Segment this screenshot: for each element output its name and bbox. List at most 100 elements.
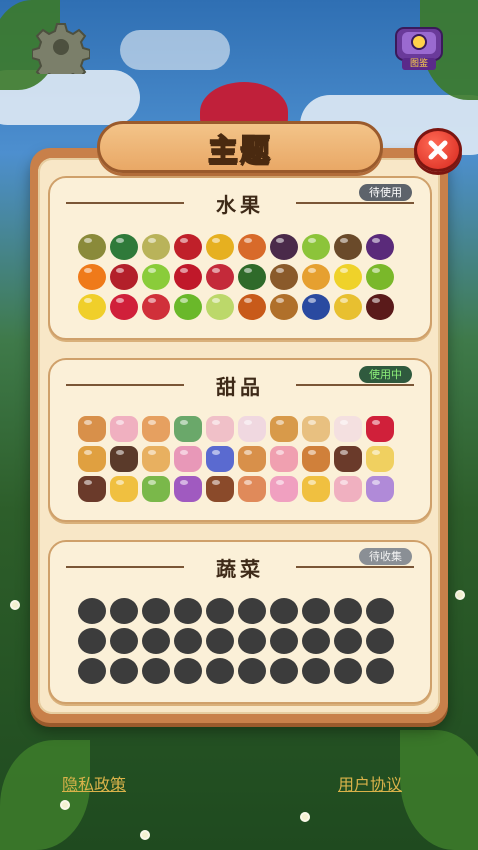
panel-title-tab: 主题 — [97, 121, 383, 173]
vegetable-silhouette-icon — [78, 628, 106, 654]
dessert-icon — [334, 446, 362, 472]
vegetable-silhouette-icon — [302, 598, 330, 624]
gear-icon — [31, 23, 91, 85]
vegetable-silhouette-icon — [206, 628, 234, 654]
vegetable-silhouette-icon — [270, 598, 298, 624]
fruit-icon — [110, 234, 138, 260]
vegetable-silhouette-icon — [110, 628, 138, 654]
dessert-icon — [366, 476, 394, 502]
dessert-icon — [110, 446, 138, 472]
dessert-icon — [334, 476, 362, 502]
gallery-label: 图鉴 — [409, 59, 428, 69]
flower — [300, 812, 310, 822]
dessert-icon — [302, 416, 330, 442]
cloud — [0, 70, 140, 125]
fruit-icon — [270, 234, 298, 260]
dessert-icon — [110, 416, 138, 442]
status-badge: 待使用 — [359, 184, 412, 201]
dessert-icon — [270, 416, 298, 442]
vegetable-silhouette-icon — [238, 658, 266, 684]
dessert-icon — [174, 416, 202, 442]
fruit-icon — [238, 234, 266, 260]
fruit-icon — [174, 294, 202, 320]
fruit-icon — [78, 234, 106, 260]
fruit-icon — [302, 234, 330, 260]
fruit-icon — [206, 294, 234, 320]
theme-card-dessert[interactable]: 甜品 使用中 — [48, 358, 432, 522]
dessert-icon — [142, 416, 170, 442]
theme-card-fruit[interactable]: 水果 待使用 — [48, 176, 432, 340]
flower — [455, 590, 465, 600]
vegetable-silhouette-icon — [206, 658, 234, 684]
divider — [66, 384, 184, 386]
leaf — [0, 740, 90, 850]
fruit-icon — [366, 234, 394, 260]
vegetable-silhouette-icon — [302, 658, 330, 684]
privacy-policy-link[interactable]: 隐私政策 — [62, 771, 126, 795]
settings-button[interactable] — [31, 20, 91, 85]
dessert-icon — [366, 416, 394, 442]
dessert-icon — [174, 476, 202, 502]
vegetable-silhouette-icon — [206, 598, 234, 624]
divider — [296, 384, 414, 386]
fruit-icon — [366, 294, 394, 320]
dessert-icon — [142, 476, 170, 502]
vegetable-silhouette-icon — [334, 658, 362, 684]
vegetable-silhouette-icon — [110, 598, 138, 624]
fruit-icon — [238, 294, 266, 320]
fruit-icon — [142, 294, 170, 320]
item-grid — [78, 598, 404, 684]
dessert-icon — [238, 446, 266, 472]
dessert-icon — [302, 476, 330, 502]
divider — [66, 202, 184, 204]
leaf — [400, 730, 478, 850]
fruit-icon — [142, 264, 170, 290]
vegetable-silhouette-icon — [302, 628, 330, 654]
vegetable-silhouette-icon — [110, 658, 138, 684]
dessert-icon — [78, 446, 106, 472]
vegetable-silhouette-icon — [78, 598, 106, 624]
divider — [66, 566, 184, 568]
vegetable-silhouette-icon — [174, 628, 202, 654]
fruit-icon — [110, 264, 138, 290]
fruit-icon — [142, 234, 170, 260]
dessert-icon — [270, 446, 298, 472]
fruit-icon — [78, 294, 106, 320]
dessert-icon — [334, 416, 362, 442]
status-badge: 待收集 — [359, 548, 412, 565]
dessert-icon — [174, 446, 202, 472]
fruit-icon — [206, 264, 234, 290]
vegetable-silhouette-icon — [174, 658, 202, 684]
item-grid — [78, 416, 404, 502]
fruit-icon — [206, 234, 234, 260]
dessert-icon — [206, 416, 234, 442]
section-title: 甜品 — [216, 374, 264, 399]
gallery-button[interactable]: 图鉴 — [390, 20, 448, 74]
dessert-icon — [238, 476, 266, 502]
item-grid — [78, 234, 404, 320]
user-agreement-link[interactable]: 用户协议 — [338, 771, 402, 795]
fruit-icon — [302, 294, 330, 320]
dessert-icon — [78, 416, 106, 442]
close-button[interactable] — [414, 128, 462, 172]
dessert-icon — [142, 446, 170, 472]
dessert-icon — [206, 476, 234, 502]
divider — [296, 566, 414, 568]
fruit-icon — [334, 264, 362, 290]
theme-card-vegetable[interactable]: 蔬菜 待收集 — [48, 540, 432, 704]
fruit-icon — [366, 264, 394, 290]
vegetable-silhouette-icon — [270, 628, 298, 654]
section-title: 蔬菜 — [216, 556, 264, 581]
fruit-icon — [110, 294, 138, 320]
vegetable-silhouette-icon — [270, 658, 298, 684]
section-title: 水果 — [216, 192, 264, 217]
close-icon — [428, 140, 448, 160]
cloud — [120, 30, 230, 70]
fruit-icon — [334, 234, 362, 260]
vegetable-silhouette-icon — [238, 628, 266, 654]
flower — [10, 600, 20, 610]
divider — [296, 202, 414, 204]
vegetable-silhouette-icon — [78, 658, 106, 684]
fruit-icon — [174, 234, 202, 260]
fruit-icon — [78, 264, 106, 290]
